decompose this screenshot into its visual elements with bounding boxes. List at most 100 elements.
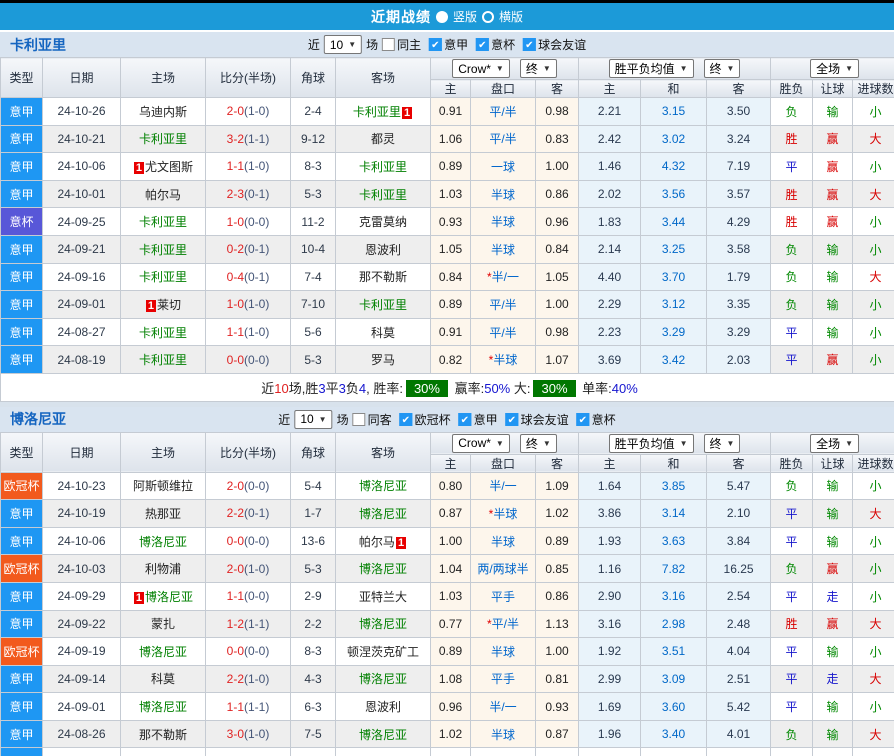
away-team-name[interactable]: 卡利亚里 [359,188,407,202]
away-team-name[interactable]: 都灵 [371,132,395,146]
match-row: 意甲24-09-16卡利亚里0-4(0-1)7-4那不勒斯0.84*半/一1.0… [1,263,894,291]
filter-checkbox-label[interactable]: 同客 [368,411,392,428]
bookmaker-select[interactable]: Crow*▼ [452,434,510,453]
games-count-select[interactable]: 10▼ [294,410,332,429]
handicap-home-odds: 0.93 [431,208,471,236]
date-cell: 24-10-01 [43,180,121,208]
handicap-line: 平/半 [492,617,519,631]
home-team-name[interactable]: 卡利亚里 [139,243,187,257]
handicap-line-cell: 两/两球半 [471,555,536,583]
home-team-name[interactable]: 阿斯顿维拉 [133,479,193,493]
home-team-name[interactable]: 利物浦 [145,562,181,576]
scope-select[interactable]: 全场▼ [810,59,859,78]
fulltime-score: 1-1 [227,589,244,603]
home-team-name[interactable]: 博洛尼亚 [139,535,187,549]
away-team-name[interactable]: 罗马 [371,353,395,367]
filter-checkbox[interactable] [459,413,472,426]
home-team-cell: 1尤文图斯 [121,153,206,181]
filter-checkbox-label[interactable]: 意杯 [592,411,616,428]
filter-checkbox-label[interactable]: 意杯 [491,36,515,53]
halftime-score: (0-0) [244,479,269,493]
handicap-odds-state-select[interactable]: 终▼ [520,434,557,453]
wdl-state-select[interactable]: 终▼ [704,434,741,453]
filter-checkbox-label[interactable]: 意甲 [474,411,498,428]
odds-away-win: 3.35 [707,291,771,319]
away-team-name[interactable]: 博洛尼亚 [359,672,407,686]
away-team-name[interactable]: 恩波利 [365,243,401,257]
date-cell: 24-09-29 [43,582,121,610]
radio-vertical-label[interactable]: 竖版 [453,8,477,25]
scope-select[interactable]: 全场▼ [810,434,859,453]
away-team-name[interactable]: 科莫 [371,326,395,340]
filter-checkbox[interactable] [523,38,536,51]
home-team-name[interactable]: 博洛尼亚 [139,645,187,659]
away-team-name[interactable]: 卡利亚里 [353,105,401,119]
sub-header-handicap-home: 主 [431,80,471,98]
handicap-home-odds: 0.91 [431,318,471,346]
bookmaker-select[interactable]: Crow*▼ [452,59,510,78]
home-team-name[interactable]: 博洛尼亚 [145,590,193,604]
corner-cell: 6-3 [291,693,336,721]
summary-segment: 40% [612,381,638,396]
away-team-name[interactable]: 恩波利 [365,700,401,714]
radio-horizontal-layout[interactable] [482,11,494,23]
home-team-name[interactable]: 卡利亚里 [139,353,187,367]
home-team-name[interactable]: 尤文图斯 [145,160,193,174]
chevron-down-icon: ▼ [680,439,688,448]
away-team-name[interactable]: 卡利亚里 [359,298,407,312]
filter-checkbox-label[interactable]: 同主 [397,36,421,53]
home-team-name[interactable]: 蒙扎 [151,617,175,631]
home-team-name[interactable]: 那不勒斯 [139,728,187,742]
fulltime-score: 2-2 [227,506,244,520]
home-team-name[interactable]: 博洛尼亚 [139,700,187,714]
away-team-name[interactable]: 博洛尼亚 [359,507,407,521]
wdl-average-select[interactable]: 胜平负均值▼ [609,434,694,453]
filter-checkbox[interactable] [353,413,366,426]
filter-checkbox[interactable] [382,38,395,51]
home-team-name[interactable]: 乌迪内斯 [139,105,187,119]
filter-checkbox[interactable] [429,38,442,51]
filter-checkbox[interactable] [400,413,413,426]
result-handicap: 输 [813,291,853,319]
filter-checkbox-label[interactable]: 欧冠杯 [415,411,451,428]
away-team-name[interactable]: 博洛尼亚 [359,728,407,742]
col-header-away: 客场 [336,58,431,98]
away-team-name[interactable]: 那不勒斯 [359,270,407,284]
handicap-odds-state-select[interactable]: 终▼ [520,59,557,78]
wdl-state-select[interactable]: 终▼ [704,59,741,78]
filter-checkbox-label[interactable]: 意甲 [444,36,468,53]
fulltime-score: 0-0 [227,644,244,658]
home-team-name[interactable]: 科莫 [151,672,175,686]
home-team-cell: 博洛尼亚 [121,527,206,555]
games-label: 场 [366,36,378,53]
result-handicap: 赢 [813,125,853,153]
away-team-name[interactable]: 亚特兰大 [359,590,407,604]
wdl-average-select[interactable]: 胜平负均值▼ [609,59,694,78]
home-team-name[interactable]: 卡利亚里 [139,326,187,340]
games-count-select[interactable]: 10▼ [324,35,362,54]
filter-checkbox[interactable] [577,413,590,426]
home-team-name[interactable]: 帕尔马 [145,188,181,202]
filter-checkbox[interactable] [476,38,489,51]
filter-checkbox[interactable] [506,413,519,426]
away-team-name[interactable]: 博洛尼亚 [359,479,407,493]
away-team-name[interactable]: 卡利亚里 [359,160,407,174]
away-team-name[interactable]: 博洛尼亚 [359,562,407,576]
away-team-name[interactable]: 顿涅茨克矿工 [347,645,419,659]
odds-away-win: 5.47 [707,472,771,500]
radio-vertical-layout[interactable] [436,11,448,23]
home-team-name[interactable]: 卡利亚里 [139,270,187,284]
home-team-name[interactable]: 卡利亚里 [139,215,187,229]
date-cell: 24-09-14 [43,665,121,693]
filter-checkbox-label[interactable]: 球会友谊 [538,36,586,53]
home-team-name[interactable]: 热那亚 [145,507,181,521]
filter-checkbox-label[interactable]: 球会友谊 [521,411,569,428]
away-team-name[interactable]: 帕尔马 [359,535,395,549]
odds-home-win: 1.93 [579,527,641,555]
score-cell: 1-1(1-0) [206,153,291,181]
radio-horizontal-label[interactable]: 横版 [499,8,523,25]
home-team-name[interactable]: 莱切 [157,298,181,312]
home-team-name[interactable]: 卡利亚里 [139,132,187,146]
away-team-name[interactable]: 博洛尼亚 [359,617,407,631]
away-team-name[interactable]: 克雷莫纳 [359,215,407,229]
